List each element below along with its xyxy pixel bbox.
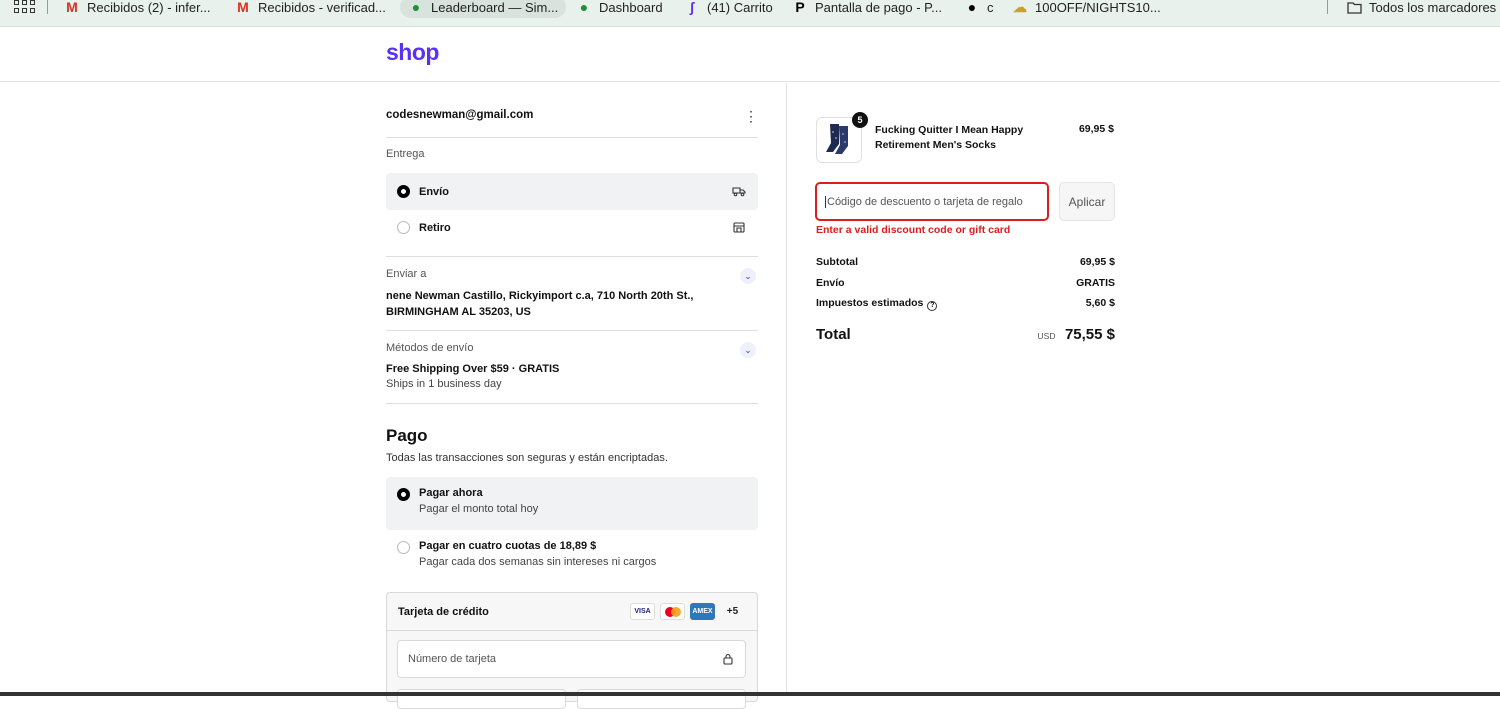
radio-selected[interactable] <box>397 488 410 501</box>
folder-icon <box>1346 0 1362 15</box>
payment-option-title: Pagar ahora <box>419 487 483 499</box>
bookmark-label: Leaderboard — Sim... <box>431 0 559 15</box>
cloud-icon: ☁ <box>1013 0 1027 15</box>
checkout-header: shop <box>0 27 1500 82</box>
quantity-badge: 5 <box>852 112 868 128</box>
credit-card-title: Tarjeta de crédito <box>398 605 489 618</box>
product-price: 69,95 $ <box>1078 123 1114 135</box>
order-summary: 5 Fucking Quitter I Mean Happy Retiremen… <box>786 83 1500 696</box>
product-name: Fucking Quitter I Mean Happy Retirement … <box>875 124 1024 151</box>
delivery-option-shipping[interactable]: Envío <box>386 173 758 210</box>
delivery-label: Entrega <box>386 148 425 160</box>
payment-option-sub: Pagar el monto total hoy <box>419 503 539 515</box>
bookmark-label: 100OFF/NIGHTS10... <box>1035 0 1161 15</box>
leaf-icon: ● <box>579 0 589 15</box>
amex-icon: AMEX <box>690 603 715 620</box>
mastercard-icon <box>660 603 685 620</box>
payment-option-sub: Pagar cada dos semanas sin intereses ni … <box>419 556 657 568</box>
apply-discount-button[interactable]: Aplicar <box>1059 182 1115 221</box>
truck-icon <box>732 187 746 197</box>
divider <box>386 256 758 257</box>
radio-selected[interactable] <box>397 185 410 198</box>
chevron-down-icon[interactable]: ⌄ <box>740 268 756 284</box>
total-row: Total USD 75,55 $ <box>816 326 1115 344</box>
ship-to-line1: nene Newman Castillo, Rickyimport c.a, 7… <box>386 290 694 302</box>
bookmark-label: Recibidos - verificad... <box>258 0 386 15</box>
total-value: 75,55 $ <box>1064 326 1115 343</box>
taskbar-edge <box>0 692 1500 696</box>
payment-title: Pago <box>386 426 428 445</box>
bookmark-label: Recibidos (2) - infer... <box>87 0 211 15</box>
more-options-icon[interactable]: ⋮ <box>744 109 758 123</box>
divider <box>386 137 758 138</box>
bookmark-item[interactable]: ● c <box>956 0 1002 18</box>
s-icon: ʃ <box>689 0 695 15</box>
visa-icon: VISA <box>630 603 655 620</box>
discount-error-message: Enter a valid discount code or gift card <box>816 224 1011 236</box>
apps-grid-icon[interactable] <box>14 0 35 14</box>
delivery-option-pickup[interactable]: Retiro <box>386 209 758 246</box>
subtotal-label: Subtotal <box>816 256 858 268</box>
divider <box>386 330 758 331</box>
radio-unselected[interactable] <box>397 221 410 234</box>
delivery-option-label: Envío <box>419 185 449 198</box>
all-bookmarks-label: Todos los marcadores <box>1369 0 1497 15</box>
shipping-label: Envío <box>816 277 845 289</box>
payment-option-installments[interactable]: Pagar en cuatro cuotas de 18,89 $ Pagar … <box>386 530 758 568</box>
taxes-value: 5,60 $ <box>1085 297 1115 309</box>
bookmark-item[interactable]: M Recibidos - verificad... <box>227 0 394 18</box>
more-brands-badge: +5 <box>726 606 739 617</box>
bookmarks-bar: M Recibidos (2) - infer... M Recibidos -… <box>0 0 1500 27</box>
delivery-option-label: Retiro <box>419 221 451 234</box>
bookmark-item[interactable]: M Recibidos (2) - infer... <box>56 0 219 18</box>
leaf-icon: ● <box>411 0 421 15</box>
text-caret <box>825 195 826 208</box>
payment-option-title: Pagar en cuatro cuotas de 18,89 $ <box>419 540 597 552</box>
divider <box>386 403 758 404</box>
total-currency: USD <box>1037 331 1056 341</box>
p-icon: P <box>795 0 805 15</box>
gmail-icon: M <box>237 0 249 15</box>
shop-logo[interactable]: shop <box>386 39 439 66</box>
bookmarks-separator <box>1327 0 1328 14</box>
shipping-method-detail: Ships in 1 business day <box>386 378 502 390</box>
bookmark-label: (41) Carrito <box>707 0 773 15</box>
bookmark-label: Dashboard <box>599 0 663 15</box>
ship-to-label: Enviar a <box>386 268 427 280</box>
contact-email: codesnewman@gmail.com <box>386 109 534 121</box>
card-number-placeholder: Número de tarjeta <box>408 653 497 665</box>
circle-s-icon: ● <box>967 0 977 15</box>
bookmark-item[interactable]: ● Leaderboard — Sim... <box>400 0 567 18</box>
total-label: Total <box>816 326 851 343</box>
gmail-icon: M <box>66 0 78 15</box>
shipping-row: Envío GRATIS <box>816 277 1115 289</box>
taxes-label: Impuestos estimados <box>816 297 924 309</box>
help-icon[interactable]: ? <box>927 300 938 311</box>
credit-card-section: Tarjeta de crédito VISA AMEX +5 Número d… <box>386 592 758 709</box>
shipping-method-label: Métodos de envío <box>386 342 474 354</box>
subtotal-value: 69,95 $ <box>1079 256 1115 268</box>
lock-icon <box>723 653 733 665</box>
bookmark-item[interactable]: ● Dashboard <box>568 0 671 18</box>
radio-unselected[interactable] <box>397 541 410 554</box>
shipping-value: GRATIS <box>1076 277 1115 289</box>
taxes-row: Impuestos estimados? 5,60 $ <box>816 297 1115 311</box>
bookmarks-separator <box>47 0 48 14</box>
bookmark-item[interactable]: ʃ (41) Carrito <box>676 0 781 18</box>
store-icon <box>733 222 745 233</box>
bookmark-label: Pantalla de pago - P... <box>815 0 942 15</box>
bookmark-item[interactable]: ☁ 100OFF/NIGHTS10... <box>1004 0 1169 18</box>
discount-placeholder: Código de descuento o tarjeta de regalo <box>827 195 1023 208</box>
payment-option-pay-now[interactable]: Pagar ahora Pagar el monto total hoy <box>386 477 758 530</box>
shipping-method-name: Free Shipping Over $59 · GRATIS <box>386 363 560 375</box>
all-bookmarks[interactable]: Todos los marcadores <box>1338 0 1500 18</box>
bookmark-item[interactable]: P Pantalla de pago - P... <box>784 0 950 18</box>
chevron-down-icon[interactable]: ⌄ <box>740 342 756 358</box>
card-number-input[interactable]: Número de tarjeta <box>397 640 746 678</box>
ship-to-line2: BIRMINGHAM AL 35203, US <box>386 306 531 318</box>
payment-subtitle: Todas las transacciones son seguras y es… <box>386 452 668 464</box>
bookmark-label: c <box>987 0 994 15</box>
subtotal-row: Subtotal 69,95 $ <box>816 256 1115 268</box>
discount-code-input[interactable]: Código de descuento o tarjeta de regalo <box>815 182 1049 221</box>
